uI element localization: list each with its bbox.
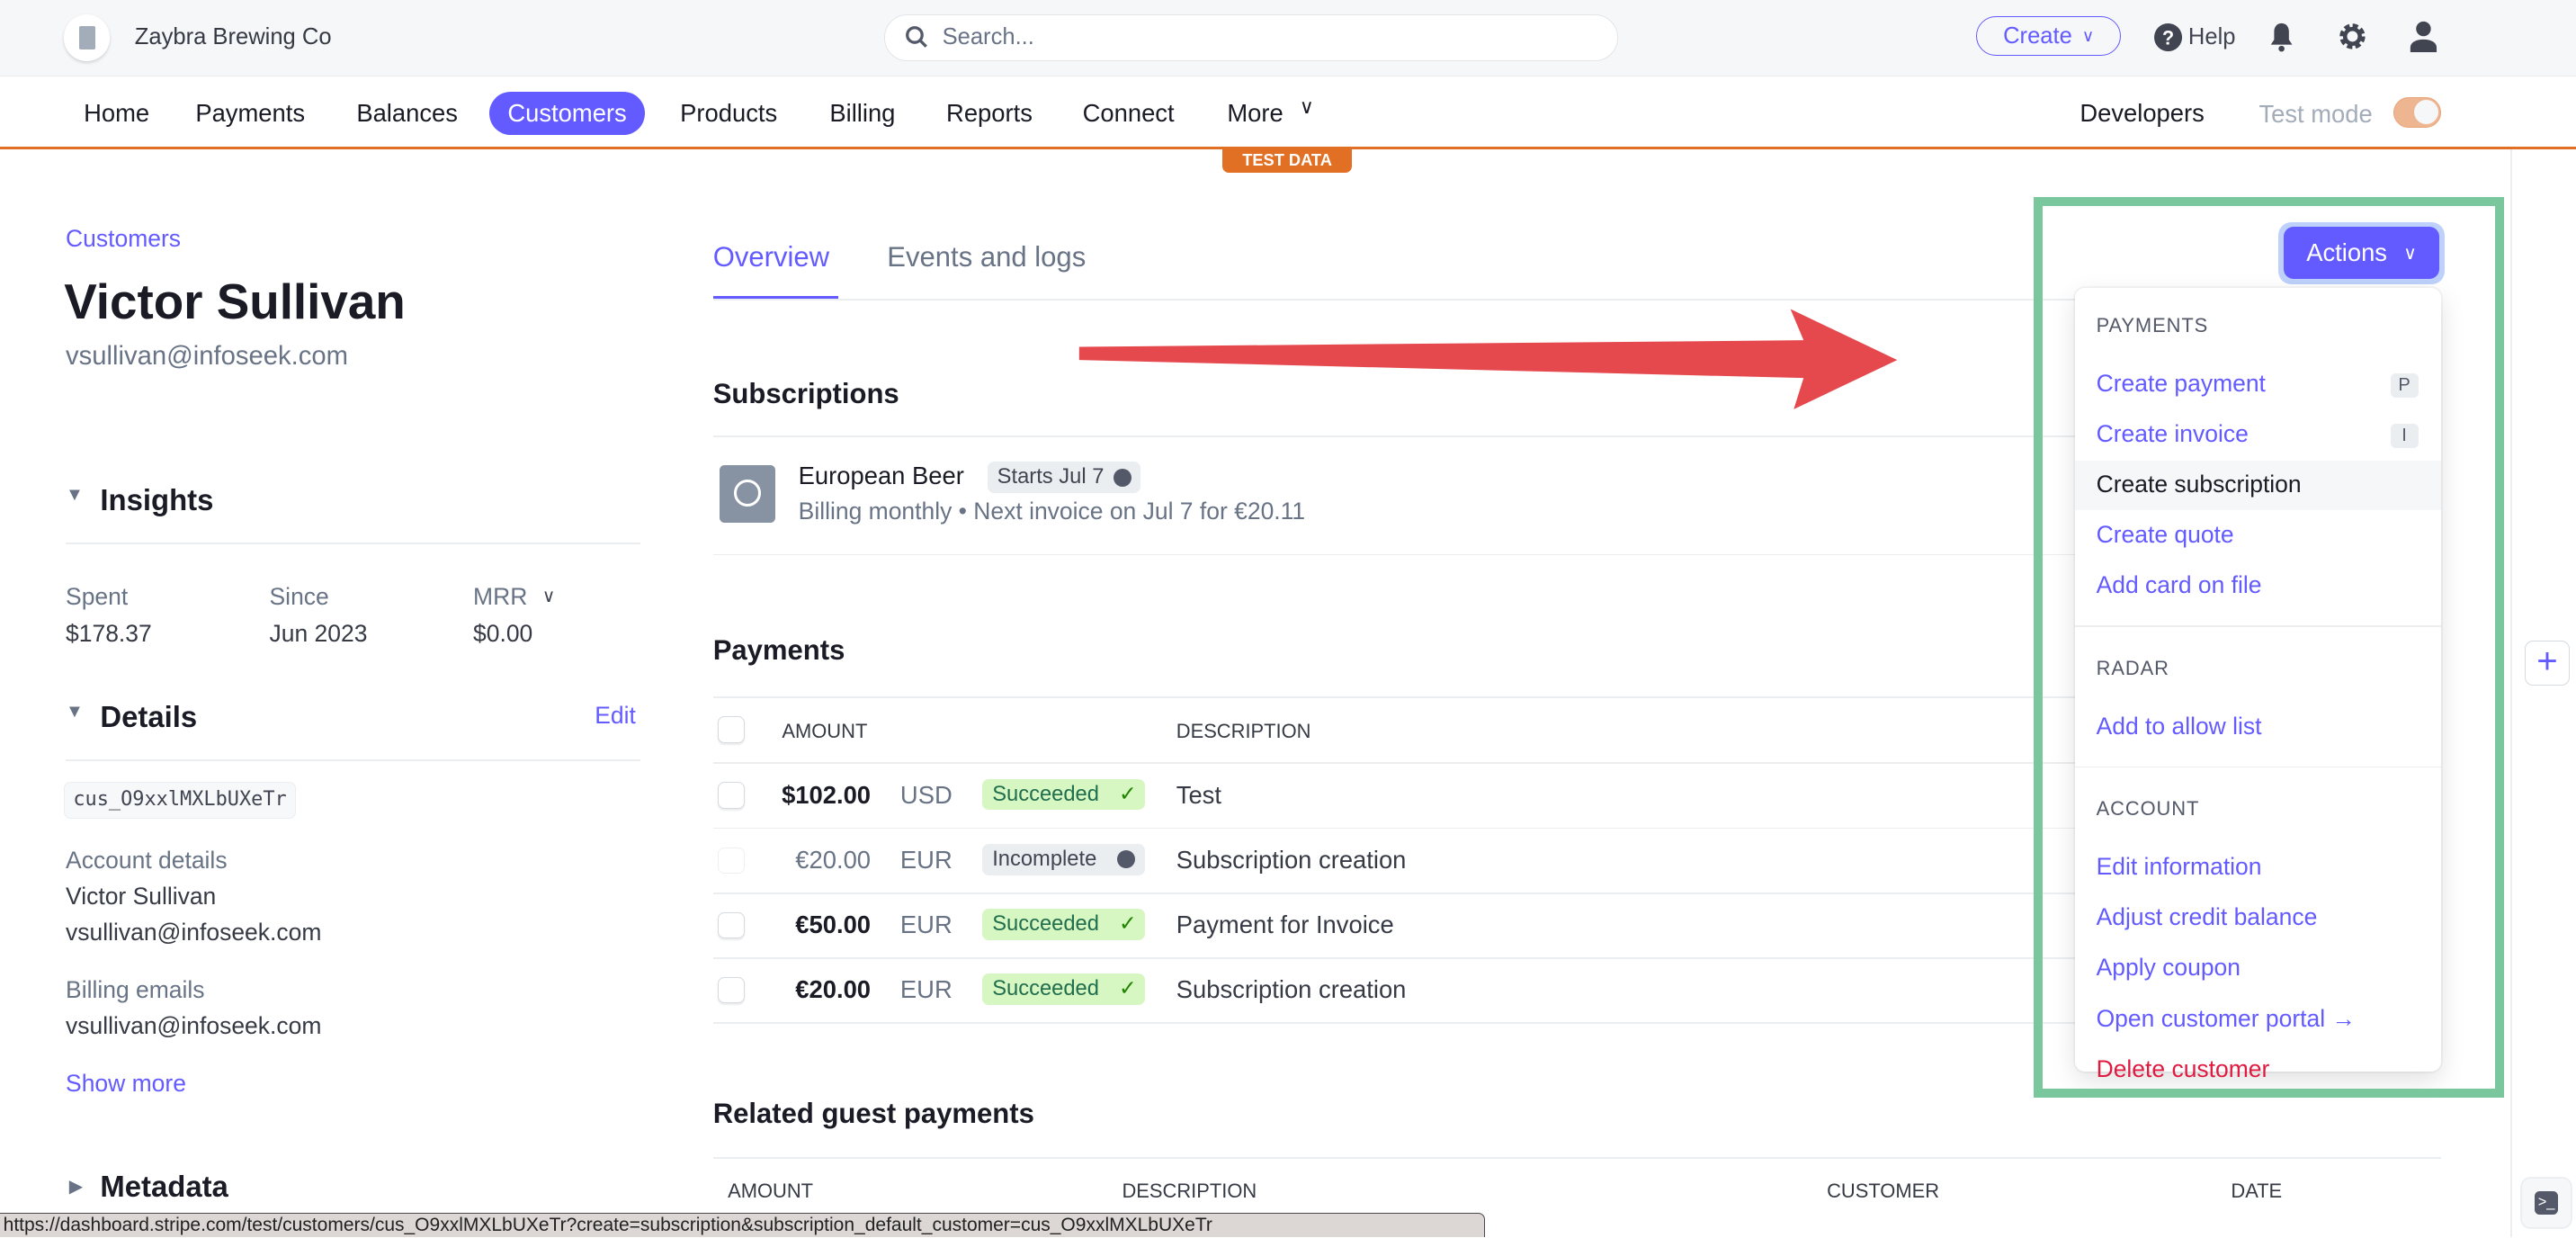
account-name-value: Victor Sullivan	[66, 882, 217, 910]
status-badge: Succeeded ✓	[982, 778, 1146, 811]
insights-heading[interactable]: Insights	[100, 483, 213, 517]
payment-description[interactable]: Test	[1176, 781, 1221, 810]
caret-down-icon[interactable]: ▼	[66, 485, 84, 506]
bell-icon[interactable]	[2268, 22, 2294, 53]
nav-products[interactable]: Products	[662, 92, 795, 134]
billing-email-value: vsullivan@infoseek.com	[66, 1012, 322, 1040]
nav-customers[interactable]: Customers	[489, 92, 645, 135]
check-icon: ✓	[1119, 912, 1137, 937]
search-icon	[905, 26, 927, 49]
chevron-down-icon: ∨	[1299, 94, 1314, 118]
terminal-icon[interactable]: >_	[2521, 1178, 2572, 1228]
page-title: Victor Sullivan	[64, 274, 406, 330]
gear-icon[interactable]	[2338, 22, 2367, 51]
help-icon[interactable]: ?	[2153, 22, 2182, 51]
since-value: Jun 2023	[269, 619, 368, 647]
status-badge: Succeeded ✓	[982, 973, 1146, 1005]
payment-amount[interactable]: €20.00	[795, 975, 871, 1004]
subscription-detail: Billing monthly • Next invoice on Jul 7 …	[798, 498, 1306, 525]
add-icon[interactable]: +	[2525, 641, 2570, 686]
column-description: DESCRIPTION	[1176, 720, 1311, 742]
column-customer: CUSTOMER	[1827, 1180, 1940, 1203]
payment-currency: EUR	[899, 845, 953, 874]
since-label: Since	[269, 583, 329, 611]
create-button[interactable]: Create ∨	[1976, 16, 2121, 57]
payment-currency: EUR	[899, 975, 953, 1004]
guest-payments-heading: Related guest payments	[712, 1098, 1034, 1130]
status-badge: Succeeded ✓	[982, 909, 1146, 940]
payment-amount[interactable]: €50.00	[795, 911, 871, 939]
test-data-badge: TEST DATA	[1221, 148, 1353, 173]
chevron-down-icon[interactable]: ∨	[542, 585, 556, 607]
details-heading[interactable]: Details	[100, 700, 197, 734]
clock-icon	[1114, 468, 1132, 487]
nav-connect[interactable]: Connect	[1065, 92, 1193, 134]
row-checkbox[interactable]	[718, 911, 745, 939]
spent-label: Spent	[66, 583, 129, 611]
nav-developers[interactable]: Developers	[2062, 92, 2223, 134]
caret-down-icon[interactable]: ▼	[66, 702, 84, 722]
check-icon: ✓	[1119, 782, 1137, 806]
mrr-value: $0.00	[473, 619, 533, 647]
payments-heading: Payments	[712, 634, 845, 667]
payment-currency: EUR	[899, 910, 953, 938]
caret-right-icon[interactable]: ▶	[69, 1175, 83, 1198]
nav-payments[interactable]: Payments	[177, 92, 323, 134]
column-amount: AMOUNT	[728, 1180, 814, 1203]
nav-balances[interactable]: Balances	[338, 92, 476, 134]
help-button[interactable]: Help	[2188, 24, 2236, 50]
payment-description[interactable]: Subscription creation	[1176, 846, 1407, 875]
payment-amount[interactable]: $102.00	[782, 781, 871, 810]
subscription-status-badge: Starts Jul 7	[987, 462, 1140, 493]
column-date: DATE	[2231, 1180, 2283, 1203]
edit-details-link[interactable]: Edit	[595, 702, 636, 730]
nav-reports[interactable]: Reports	[928, 92, 1051, 134]
billing-emails-label: Billing emails	[66, 975, 205, 1003]
test-mode-label: Test mode	[2258, 100, 2373, 129]
payment-description[interactable]: Payment for Invoice	[1176, 911, 1394, 939]
spent-value: $178.37	[66, 619, 152, 647]
mrr-label[interactable]: MRR	[473, 583, 527, 611]
annotation-highlight-box	[2034, 197, 2504, 1099]
customer-id[interactable]: cus_O9xxlMXLbUXeTr	[64, 782, 296, 819]
payment-currency: USD	[899, 780, 953, 809]
chevron-down-icon: ∨	[2081, 26, 2095, 46]
nav-home[interactable]: Home	[66, 92, 167, 134]
account-logo-icon[interactable]	[64, 14, 111, 61]
status-badge: Incomplete	[982, 843, 1146, 875]
row-checkbox[interactable]	[718, 847, 745, 874]
select-all-checkbox[interactable]	[718, 716, 745, 743]
tab-events-and-logs[interactable]: Events and logs	[887, 241, 1086, 274]
metadata-heading[interactable]: Metadata	[100, 1170, 228, 1204]
user-icon[interactable]	[2409, 20, 2438, 53]
stripe-dashboard: Zaybra Brewing Co Search... Create ∨ ? He…	[0, 0, 2576, 1238]
customer-email: vsullivan@infoseek.com	[66, 341, 348, 371]
show-more-link[interactable]: Show more	[66, 1070, 186, 1098]
status-bar-url: https://dashboard.stripe.com/test/custom…	[0, 1212, 1486, 1238]
annotation-arrow	[1079, 309, 1898, 409]
nav-more[interactable]: More	[1209, 92, 1301, 134]
nav-billing[interactable]: Billing	[811, 92, 913, 134]
subscriptions-heading: Subscriptions	[712, 378, 899, 410]
breadcrumb-customers[interactable]: Customers	[66, 225, 181, 253]
payment-amount[interactable]: €20.00	[795, 846, 871, 875]
column-description: DESCRIPTION	[1122, 1180, 1257, 1203]
create-label: Create	[2003, 22, 2072, 49]
test-mode-toggle[interactable]	[2393, 96, 2442, 129]
clock-icon	[1117, 850, 1136, 869]
search-input[interactable]: Search...	[883, 14, 1619, 61]
check-icon: ✓	[1119, 977, 1137, 1001]
row-checkbox[interactable]	[718, 976, 745, 1004]
account-name[interactable]: Zaybra Brewing Co	[135, 24, 332, 50]
account-details-label: Account details	[66, 846, 228, 874]
tab-overview[interactable]: Overview	[713, 241, 829, 274]
subscription-icon	[720, 464, 776, 523]
row-checkbox[interactable]	[718, 782, 745, 809]
column-amount: AMOUNT	[782, 720, 868, 742]
subscription-name[interactable]: European Beer	[799, 462, 964, 490]
svg-text:?: ?	[2161, 26, 2173, 49]
payment-description[interactable]: Subscription creation	[1176, 975, 1407, 1004]
account-email-value: vsullivan@infoseek.com	[66, 919, 322, 946]
search-placeholder: Search...	[942, 23, 1034, 49]
